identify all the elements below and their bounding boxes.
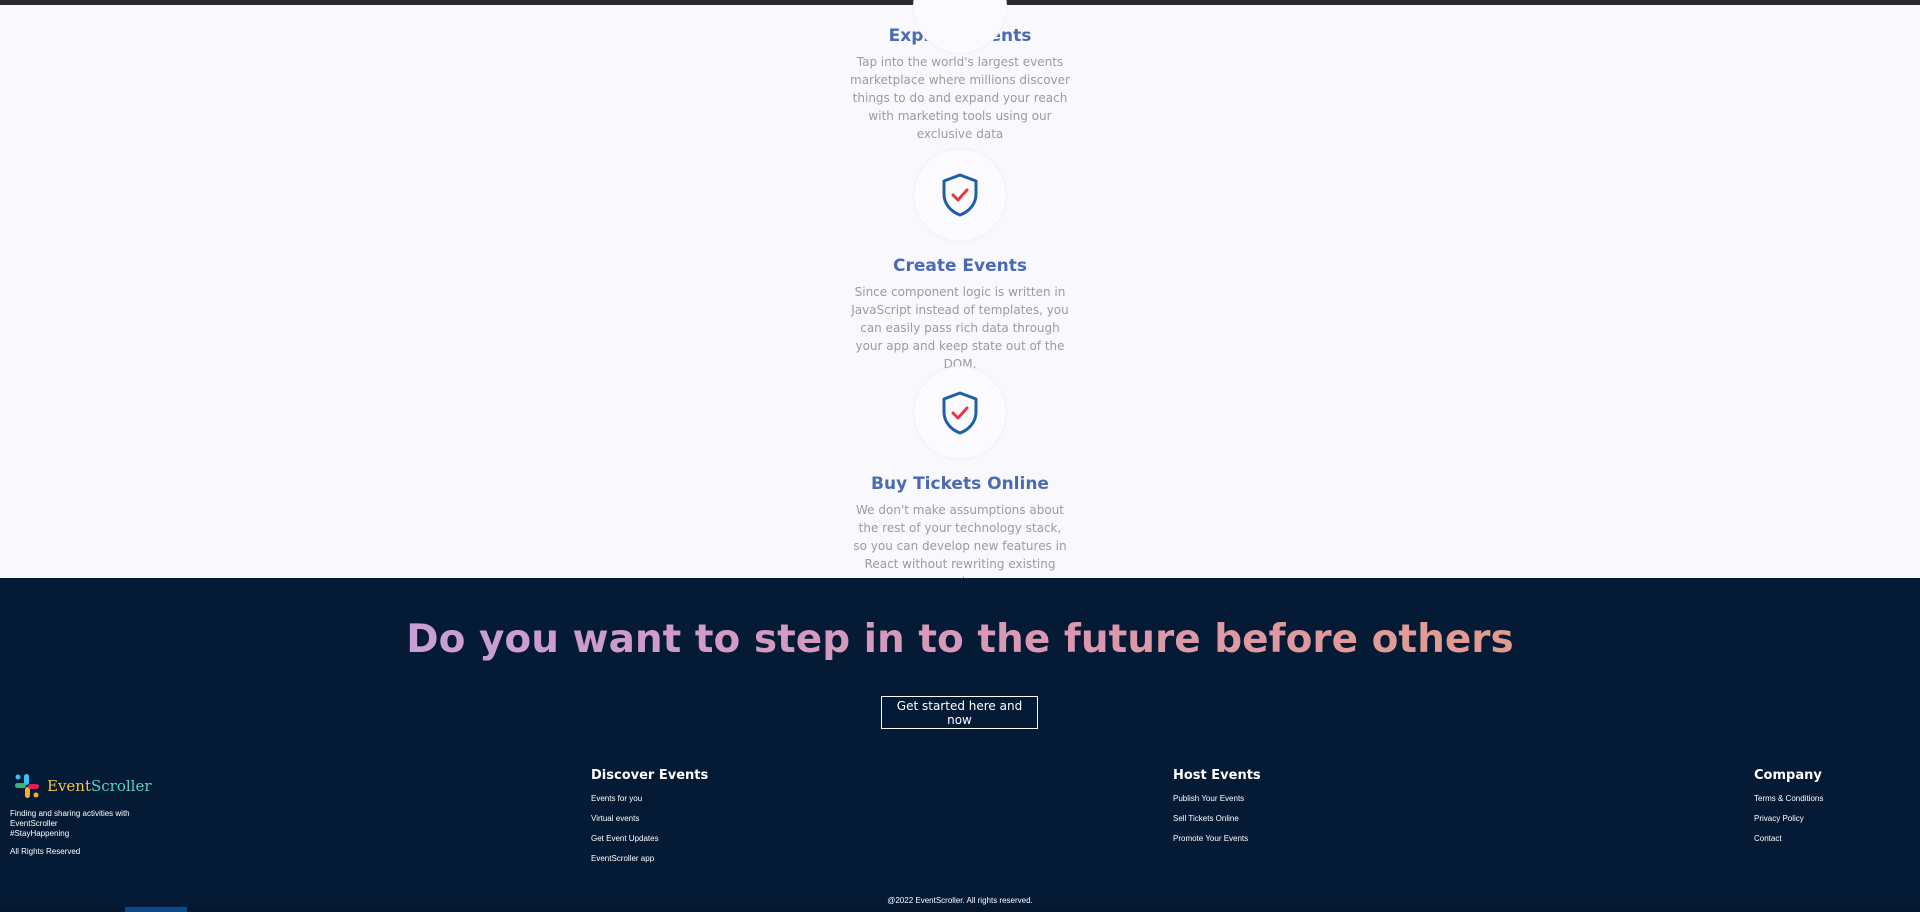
shield-check-icon xyxy=(942,173,978,217)
tagline-text: Finding and sharing activities with Even… xyxy=(10,809,130,828)
feature-title: Buy Tickets Online xyxy=(871,474,1049,494)
brand-tagline: Finding and sharing activities with Even… xyxy=(10,809,150,839)
column-title: Host Events xyxy=(1173,768,1261,783)
features-section: Explore Events Tap into the world's larg… xyxy=(0,0,1920,589)
footer-column-discover-events: Discover Events Events for you Virtual e… xyxy=(591,768,708,874)
cta-heading-text: Do you want to step in to the future bef… xyxy=(406,617,1514,662)
bottom-strip xyxy=(0,907,1920,912)
footer-link-terms-conditions[interactable]: Terms & Conditions xyxy=(1754,794,1823,804)
footer-link-events-for-you[interactable]: Events for you xyxy=(591,794,708,804)
brand-name-part1: Event xyxy=(47,777,91,795)
feature-description: Since component logic is written in Java… xyxy=(851,285,1069,371)
feature-icon-circle xyxy=(914,367,1006,459)
shield-check-icon xyxy=(942,391,978,435)
feature-create-events: Create Events Since component logic is w… xyxy=(760,149,1160,373)
footer-link-eventscroller-app[interactable]: EventScroller app xyxy=(591,854,708,864)
brand-name-part2: Scroller xyxy=(91,777,152,795)
get-started-button[interactable]: Get started here and now xyxy=(881,696,1038,729)
feature-title: Create Events xyxy=(892,256,1027,276)
column-title: Discover Events xyxy=(591,768,709,783)
footer-link-promote-your-events[interactable]: Promote Your Events xyxy=(1173,834,1261,844)
footer: Do you want to step in to the future bef… xyxy=(0,578,1920,912)
rights-text: All Rights Reserved xyxy=(10,847,81,856)
feature-buy-tickets-online: Buy Tickets Online We don't make assumpt… xyxy=(760,367,1160,591)
footer-link-contact[interactable]: Contact xyxy=(1754,834,1823,844)
footer-link-sell-tickets-online[interactable]: Sell Tickets Online xyxy=(1173,814,1261,824)
cta-heading: Do you want to step in to the future bef… xyxy=(0,617,1920,662)
brand-logo[interactable]: EventScroller xyxy=(13,772,152,800)
footer-link-publish-your-events[interactable]: Publish Your Events xyxy=(1173,794,1261,804)
footer-link-privacy-policy[interactable]: Privacy Policy xyxy=(1754,814,1823,824)
bottom-accent xyxy=(125,907,187,912)
footer-link-get-event-updates[interactable]: Get Event Updates xyxy=(591,834,708,844)
feature-description: Tap into the world's largest events mark… xyxy=(850,55,1070,141)
footer-column-company: Company Terms & Conditions Privacy Polic… xyxy=(1754,768,1823,854)
footer-link-virtual-events[interactable]: Virtual events xyxy=(591,814,708,824)
copyright-text: @2022 EventScroller. All rights reserved… xyxy=(887,896,1033,905)
hashtag-text: #StayHappening xyxy=(10,829,70,838)
brand-name: EventScroller xyxy=(47,777,152,795)
slack-style-logo-icon xyxy=(15,774,39,798)
column-title: Company xyxy=(1754,768,1822,783)
feature-explore-events: Explore Events Tap into the world's larg… xyxy=(760,0,1160,143)
feature-icon-circle xyxy=(914,149,1006,241)
footer-column-host-events: Host Events Publish Your Events Sell Tic… xyxy=(1173,768,1261,854)
